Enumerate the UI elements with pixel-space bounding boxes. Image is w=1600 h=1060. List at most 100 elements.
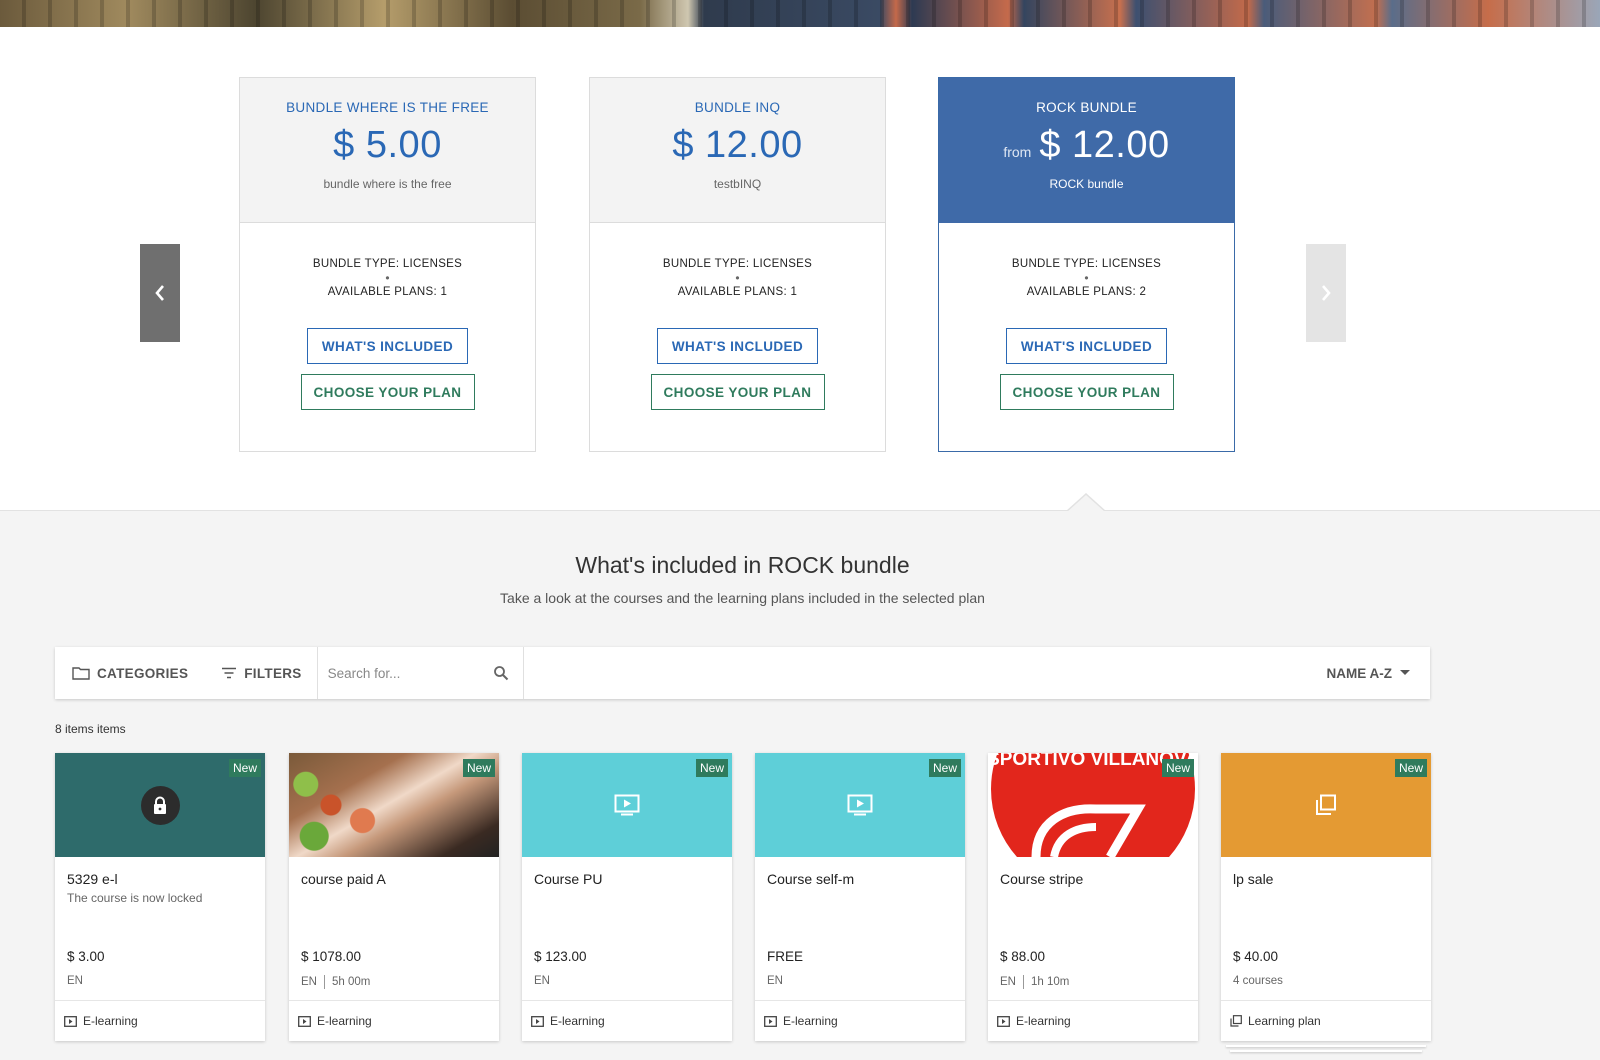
separator-dot: • — [1084, 271, 1089, 285]
search-box — [318, 647, 524, 699]
whats-included-button[interactable]: WHAT'S INCLUDED — [657, 328, 818, 364]
bundle-price: $ 12.00 — [1039, 124, 1170, 166]
carousel-prev-button[interactable] — [140, 244, 180, 342]
search-input[interactable] — [327, 665, 478, 681]
bundle-price: $ 12.00 — [672, 124, 803, 166]
whats-included-button[interactable]: WHAT'S INCLUDED — [1006, 328, 1167, 364]
caret-down-icon — [1400, 670, 1410, 675]
new-badge: New — [1161, 759, 1194, 777]
course-thumbnail: New — [1221, 753, 1431, 857]
bundle-type: BUNDLE TYPE: LICENSES — [1011, 258, 1162, 270]
course-language: EN — [67, 975, 83, 987]
course-name: Course PU — [534, 871, 603, 887]
play-icon — [614, 794, 640, 816]
play-icon — [64, 1015, 77, 1027]
bundle-plans: AVAILABLE PLANS: 1 — [677, 286, 798, 298]
choose-plan-button[interactable]: CHOOSE YOUR PLAN — [999, 374, 1174, 410]
bundle-name: BUNDLE WHERE IS THE FREE — [286, 100, 489, 115]
course-type: E-learning — [755, 1000, 965, 1041]
bundle-card: BUNDLE INQ $ 12.00 testbINQ BUNDLE TYPE:… — [589, 77, 886, 452]
course-name: lp sale — [1233, 871, 1274, 887]
course-card[interactable]: New Course PU $ 123.00 EN E-learning — [522, 753, 732, 1041]
course-count: 4 courses — [1233, 975, 1283, 987]
course-price: $ 3.00 — [67, 949, 105, 964]
bundle-card-header[interactable]: BUNDLE INQ $ 12.00 testbINQ — [590, 78, 885, 223]
filter-icon — [222, 667, 237, 679]
course-type: Learning plan — [1221, 1000, 1431, 1041]
course-price: $ 88.00 — [1000, 949, 1046, 964]
sort-dropdown[interactable]: NAME A-Z — [1327, 666, 1410, 681]
course-type: E-learning — [289, 1000, 499, 1041]
course-name: 5329 e-l — [67, 871, 118, 887]
bundle-plans: AVAILABLE PLANS: 1 — [327, 286, 448, 298]
course-language: EN — [534, 975, 550, 987]
course-language: EN — [1000, 976, 1016, 988]
learning-plan-card[interactable]: New lp sale $ 40.00 4 courses Learning p… — [1221, 753, 1431, 1041]
folder-icon — [72, 667, 90, 680]
chevron-left-icon — [155, 285, 164, 301]
carousel-next-button[interactable] — [1306, 244, 1346, 342]
course-name: course paid A — [301, 871, 386, 887]
learning-plan-icon — [1316, 794, 1336, 815]
play-icon — [531, 1015, 544, 1027]
learning-plan-icon — [1230, 1015, 1242, 1027]
course-thumbnail: New — [522, 753, 732, 857]
included-subtitle: Take a look at the courses and the learn… — [500, 590, 985, 606]
course-price: $ 123.00 — [534, 949, 587, 964]
course-duration: 1h 10m — [1030, 976, 1070, 988]
play-icon — [997, 1015, 1010, 1027]
whats-included-button[interactable]: WHAT'S INCLUDED — [307, 328, 468, 364]
course-price: $ 1078.00 — [301, 949, 362, 964]
bundle-name: ROCK BUNDLE — [1036, 100, 1137, 115]
play-icon — [298, 1015, 311, 1027]
filter-bar: CATEGORIES FILTERS NAME A-Z — [55, 647, 1430, 699]
course-duration: 5h 00m — [331, 976, 371, 988]
course-type: E-learning — [522, 1000, 732, 1041]
separator-dot: • — [735, 271, 740, 285]
play-icon — [847, 794, 873, 816]
course-card[interactable]: New course paid A $ 1078.00 EN 5h 00m E-l… — [289, 753, 499, 1041]
choose-plan-button[interactable]: CHOOSE YOUR PLAN — [650, 374, 825, 410]
lock-icon — [140, 785, 180, 825]
price-from-label: from — [1003, 144, 1032, 160]
new-badge: New — [1394, 759, 1427, 777]
bundle-card-header[interactable]: ROCK BUNDLE from $ 12.00 ROCK bundle — [939, 78, 1234, 223]
items-count: 8 items items — [55, 722, 126, 736]
course-thumbnail: New — [289, 753, 499, 857]
course-language: EN — [767, 975, 783, 987]
bundle-card-header[interactable]: BUNDLE WHERE IS THE FREE $ 5.00 bundle w… — [240, 78, 535, 223]
new-badge: New — [228, 759, 261, 777]
chevron-right-icon — [1322, 285, 1331, 301]
filters-label: FILTERS — [244, 665, 302, 681]
course-name: Course self-m — [767, 871, 855, 887]
new-badge: New — [462, 759, 495, 777]
bundle-description: bundle where is the free — [323, 177, 452, 191]
bundle-description: testbINQ — [713, 177, 762, 191]
course-card[interactable]: New 5329 e-l The course is now locked $ … — [55, 753, 265, 1041]
bundle-type: BUNDLE TYPE: LICENSES — [662, 258, 813, 270]
course-card[interactable]: SPORTIVO VILLANOVA New Course stripe $ 8… — [988, 753, 1198, 1041]
choose-plan-button[interactable]: CHOOSE YOUR PLAN — [300, 374, 475, 410]
bundle-name: BUNDLE INQ — [694, 100, 781, 115]
course-thumbnail: New — [755, 753, 965, 857]
course-note: The course is now locked — [67, 891, 203, 905]
course-type: E-learning — [55, 1000, 265, 1041]
included-title: What's included in ROCK bundle — [575, 552, 910, 578]
course-price: $ 40.00 — [1233, 949, 1279, 964]
categories-label: CATEGORIES — [97, 665, 189, 681]
bundle-plans: AVAILABLE PLANS: 2 — [1026, 286, 1147, 298]
bundle-card-selected: ROCK BUNDLE from $ 12.00 ROCK bundle BUN… — [938, 77, 1235, 452]
search-icon[interactable] — [493, 665, 509, 681]
course-type: E-learning — [988, 1000, 1198, 1041]
course-card[interactable]: New Course self-m FREE EN E-learning — [755, 753, 965, 1041]
play-icon — [764, 1015, 777, 1027]
bundle-type: BUNDLE TYPE: LICENSES — [312, 258, 463, 270]
new-badge: New — [928, 759, 961, 777]
bundle-price: $ 5.00 — [333, 124, 442, 166]
course-language: EN — [301, 976, 317, 988]
new-badge: New — [695, 759, 728, 777]
course-thumbnail: SPORTIVO VILLANOVA New — [988, 753, 1198, 857]
course-name: Course stripe — [1000, 871, 1084, 887]
categories-button[interactable]: CATEGORIES — [72, 666, 188, 681]
filters-button[interactable]: FILTERS — [221, 666, 301, 681]
